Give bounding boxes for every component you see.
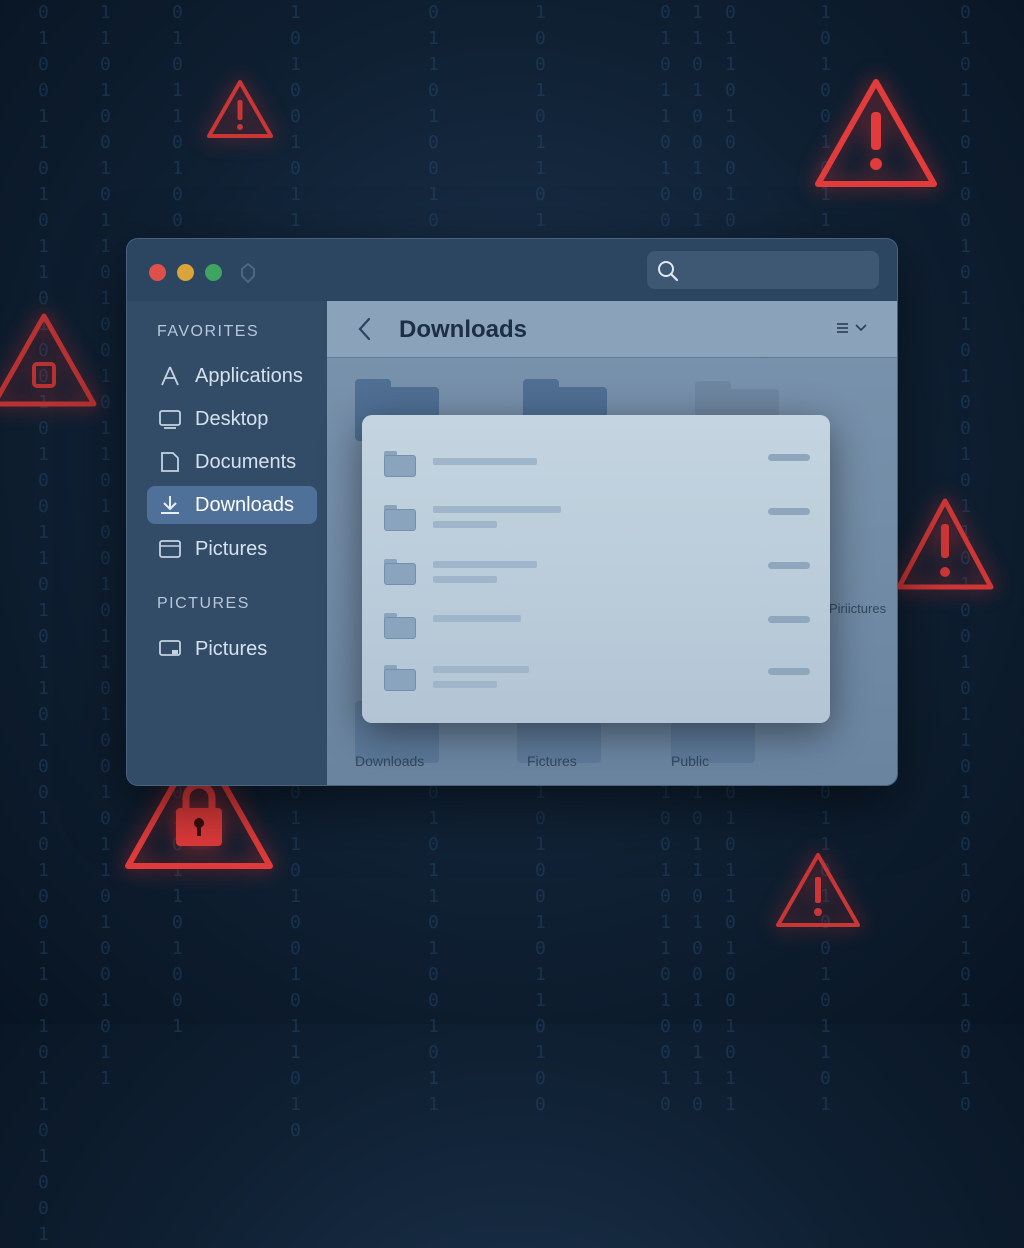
placeholder-line xyxy=(433,576,497,583)
title-bar xyxy=(127,239,897,301)
overlay-panel xyxy=(362,415,830,723)
folder-icon xyxy=(384,613,416,639)
warning-icon xyxy=(815,79,937,187)
folder-label: Piriictures xyxy=(829,601,887,616)
sidebar-item-label: Pictures xyxy=(195,538,268,560)
placeholder-line xyxy=(433,615,521,622)
folder-icon xyxy=(384,505,416,531)
pictures-icon xyxy=(159,540,181,558)
placeholder-pill xyxy=(768,562,810,569)
sidebar-item-label: Documents xyxy=(195,451,297,473)
sidebar-section-favorites: FAVORITES xyxy=(157,323,260,340)
sidebar-item-label: Applications xyxy=(195,365,303,387)
sidebar: FAVORITES Applications Desktop Documents xyxy=(127,301,327,785)
binary-rain: 1101001011010010110100101101001011010010… xyxy=(100,2,111,1089)
folder-icon xyxy=(384,451,416,477)
page-title: Downloads xyxy=(399,316,528,343)
folder-label: Public xyxy=(671,753,710,769)
folder-icon xyxy=(384,665,416,691)
sidebar-item-applications[interactable]: Applications xyxy=(147,357,317,395)
list-item[interactable] xyxy=(362,659,830,699)
view-options-button[interactable] xyxy=(835,319,875,339)
folder-label: Downloads xyxy=(355,753,425,769)
zoom-button[interactable] xyxy=(205,264,222,281)
sidebar-item-desktop[interactable]: Desktop xyxy=(147,400,317,438)
warning-icon xyxy=(776,853,860,927)
placeholder-line xyxy=(433,506,561,513)
sidebar-item-pictures[interactable]: Pictures xyxy=(147,530,317,568)
placeholder-pill xyxy=(768,454,810,461)
content-header: Downloads xyxy=(327,301,897,358)
list-item[interactable] xyxy=(362,499,830,539)
download-icon xyxy=(161,496,179,514)
lock-warning-icon xyxy=(0,313,97,407)
folder-label: Fictures xyxy=(527,753,577,769)
search-icon xyxy=(658,261,679,282)
placeholder-pill xyxy=(768,668,810,675)
applications-icon xyxy=(161,366,179,386)
placeholder-line xyxy=(433,521,497,528)
sidebar-item-label: Desktop xyxy=(195,408,269,430)
sidebar-item-downloads[interactable]: Downloads xyxy=(147,486,317,524)
list-item[interactable] xyxy=(362,607,830,647)
desktop-icon xyxy=(159,410,181,429)
placeholder-line xyxy=(433,666,529,673)
placeholder-line xyxy=(433,458,537,465)
placeholder-line xyxy=(433,561,537,568)
placeholder-pill xyxy=(768,508,810,515)
sidebar-item-label: Downloads xyxy=(195,494,294,516)
placeholder-line xyxy=(433,681,497,688)
binary-rain: 0100110101101001010011010110100101001101… xyxy=(38,2,49,1245)
search-input[interactable] xyxy=(647,251,879,289)
sidebar-section-pictures: PICTURES xyxy=(157,595,250,612)
document-icon xyxy=(161,452,179,472)
list-item[interactable] xyxy=(362,553,830,593)
sidebar-item-pictures-2[interactable]: Pictures xyxy=(147,630,317,668)
back-chevron-icon[interactable] xyxy=(353,315,377,343)
warning-icon xyxy=(207,80,273,138)
sidebar-item-documents[interactable]: Documents xyxy=(147,443,317,481)
folder-icon xyxy=(384,559,416,585)
placeholder-pill xyxy=(768,616,810,623)
shield-icon xyxy=(241,263,255,283)
minimize-button[interactable] xyxy=(177,264,194,281)
close-button[interactable] xyxy=(149,264,166,281)
monitor-icon xyxy=(159,640,181,656)
list-view-icon xyxy=(837,323,867,333)
warning-icon xyxy=(896,498,994,590)
list-item[interactable] xyxy=(362,445,830,485)
sidebar-item-label: Pictures xyxy=(195,638,268,660)
